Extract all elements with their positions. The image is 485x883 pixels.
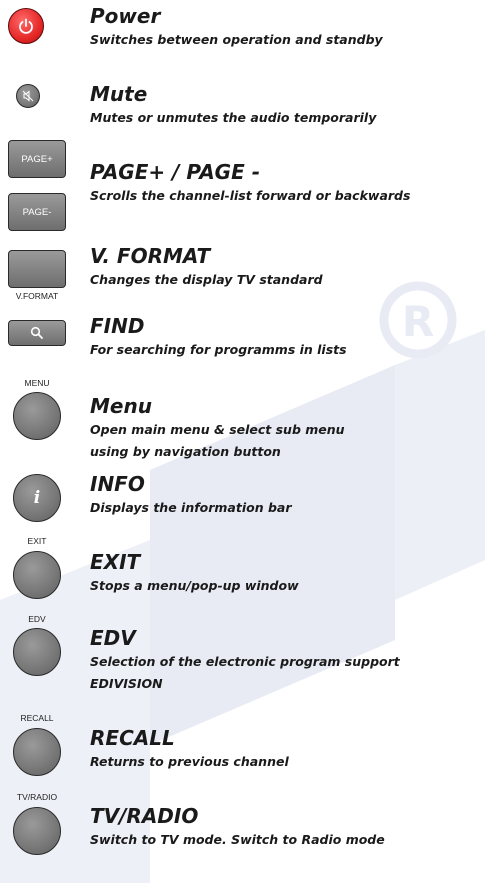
recall-title: RECALL bbox=[90, 726, 175, 750]
exit-button[interactable] bbox=[13, 551, 61, 599]
info-button[interactable]: i bbox=[13, 474, 61, 522]
tvradio-title: TV/RADIO bbox=[90, 804, 199, 828]
page-plus-label: PAGE+ bbox=[21, 153, 53, 165]
recall-desc: Returns to previous channel bbox=[90, 754, 289, 769]
recall-label: RECALL bbox=[20, 713, 54, 723]
tvradio-button[interactable] bbox=[13, 807, 61, 855]
search-icon bbox=[30, 326, 43, 339]
mute-title: Mute bbox=[90, 82, 148, 106]
find-title: FIND bbox=[90, 314, 145, 338]
menu-title: Menu bbox=[90, 394, 152, 418]
power-button[interactable] bbox=[8, 8, 44, 44]
page-plus-button[interactable]: PAGE+ bbox=[8, 140, 66, 178]
edv-button[interactable] bbox=[13, 628, 61, 676]
exit-label: EXIT bbox=[27, 536, 47, 546]
mute-icon bbox=[22, 90, 34, 102]
tvradio-label: TV/RADIO bbox=[16, 792, 58, 802]
vformat-button[interactable] bbox=[8, 250, 66, 288]
recall-button[interactable] bbox=[13, 728, 61, 776]
exit-title: EXIT bbox=[90, 550, 141, 574]
power-icon bbox=[19, 18, 33, 34]
info-title: INFO bbox=[90, 472, 145, 496]
edv-label: EDV bbox=[28, 614, 46, 624]
find-button[interactable] bbox=[8, 320, 66, 346]
page-minus-button[interactable]: PAGE- bbox=[8, 193, 66, 231]
power-desc: Switches between operation and standby bbox=[90, 32, 383, 47]
menu-label: MENU bbox=[24, 378, 50, 388]
menu-desc-line1: Open main menu & select sub menu bbox=[90, 422, 345, 437]
page-minus-label: PAGE- bbox=[22, 206, 52, 218]
mute-button[interactable] bbox=[16, 84, 40, 108]
find-desc: For searching for programms in lists bbox=[90, 342, 347, 357]
page-title: PAGE+ / PAGE - bbox=[90, 160, 261, 184]
menu-desc-line2: using by navigation button bbox=[90, 444, 281, 459]
edv-desc-line2: EDIVISION bbox=[90, 676, 163, 691]
exit-desc: Stops a menu/pop-up window bbox=[90, 578, 299, 593]
mute-desc: Mutes or unmutes the audio temporarily bbox=[90, 110, 377, 125]
vformat-desc: Changes the display TV standard bbox=[90, 272, 323, 287]
tvradio-desc: Switch to TV mode. Switch to Radio mode bbox=[90, 832, 385, 847]
power-title: Power bbox=[90, 4, 161, 28]
menu-button[interactable] bbox=[13, 392, 61, 440]
edv-desc-line1: Selection of the electronic program supp… bbox=[90, 654, 400, 669]
edv-title: EDV bbox=[90, 626, 136, 650]
vformat-label: V.FORMAT bbox=[15, 291, 59, 301]
info-desc: Displays the information bar bbox=[90, 500, 292, 515]
info-icon: i bbox=[33, 488, 41, 508]
page-desc: Scrolls the channel-list forward or back… bbox=[90, 188, 411, 203]
svg-text:R: R bbox=[402, 297, 434, 346]
vformat-title: V. FORMAT bbox=[90, 244, 211, 268]
